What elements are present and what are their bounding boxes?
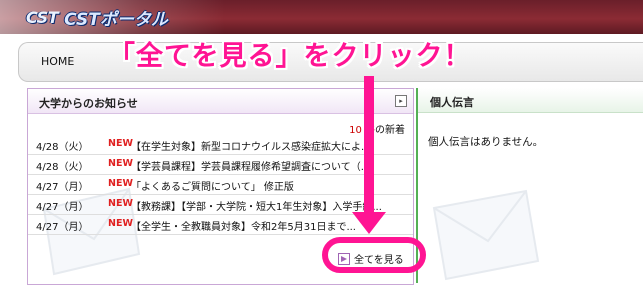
- news-title-link[interactable]: 【全学生・全教職員対象】令和2年5月31日まで...: [131, 218, 356, 233]
- new-badge: NEW: [108, 218, 133, 229]
- news-item[interactable]: 4/27（月） NEW 「よくあるご質問について」 修正版: [28, 175, 413, 195]
- memo-panel: 個人伝言 個人伝言はありません。: [416, 88, 643, 283]
- new-badge: NEW: [108, 198, 133, 209]
- news-date: 4/27（月）: [36, 222, 89, 233]
- new-badge: NEW: [108, 138, 133, 149]
- click-instruction-annotation: 「全てを見る」をクリック！: [108, 41, 472, 72]
- envelope-watermark-icon: [432, 189, 540, 281]
- memo-panel-title: 個人伝言: [430, 96, 474, 109]
- news-title-link[interactable]: 【学芸員課程】学芸員課程履修希望調査について（...: [131, 158, 370, 173]
- news-title-link[interactable]: 【在学生対象】新型コロナウイルス感染症拡大によ...: [131, 138, 371, 153]
- news-panel-title: 大学からのお知らせ: [39, 97, 138, 110]
- news-item[interactable]: 4/28（火） NEW 【在学生対象】新型コロナウイルス感染症拡大によ...: [28, 135, 413, 155]
- news-count: 10 件の新着: [349, 121, 405, 136]
- news-date: 4/27（月）: [36, 182, 89, 193]
- left-margin: [0, 70, 18, 289]
- news-item[interactable]: 4/28（火） NEW 【学芸員課程】学芸員課程履修希望調査について（...: [28, 155, 413, 175]
- logo-brand: CST: [26, 7, 59, 27]
- annotation-arrow-head-icon: [352, 212, 386, 234]
- news-panel-header: 大学からのお知らせ ▸: [28, 89, 413, 114]
- new-badge: NEW: [108, 158, 133, 169]
- news-date: 4/27（月）: [36, 202, 89, 213]
- new-badge: NEW: [108, 178, 133, 189]
- news-title-link[interactable]: 「よくあるご質問について」 修正版: [131, 178, 294, 193]
- memo-panel-header: 個人伝言: [418, 88, 643, 113]
- logo-title: CSTポータル: [64, 9, 168, 30]
- portal-logo[interactable]: CST CSTポータル: [26, 4, 168, 30]
- news-date: 4/28（火）: [36, 162, 89, 173]
- nav-home-link[interactable]: HOME: [41, 55, 74, 68]
- portal-header-bar: CST CSTポータル: [0, 0, 643, 34]
- annotation-arrow-shaft: [364, 76, 374, 216]
- news-title-link[interactable]: 【教務課】【学部・大学院・短大1年生対象】入学手続...: [131, 198, 382, 213]
- panel-expand-icon[interactable]: ▸: [395, 95, 407, 107]
- news-date: 4/28（火）: [36, 142, 89, 153]
- see-all-highlight-ring: [322, 237, 426, 273]
- memo-empty-message: 個人伝言はありません。: [428, 136, 544, 148]
